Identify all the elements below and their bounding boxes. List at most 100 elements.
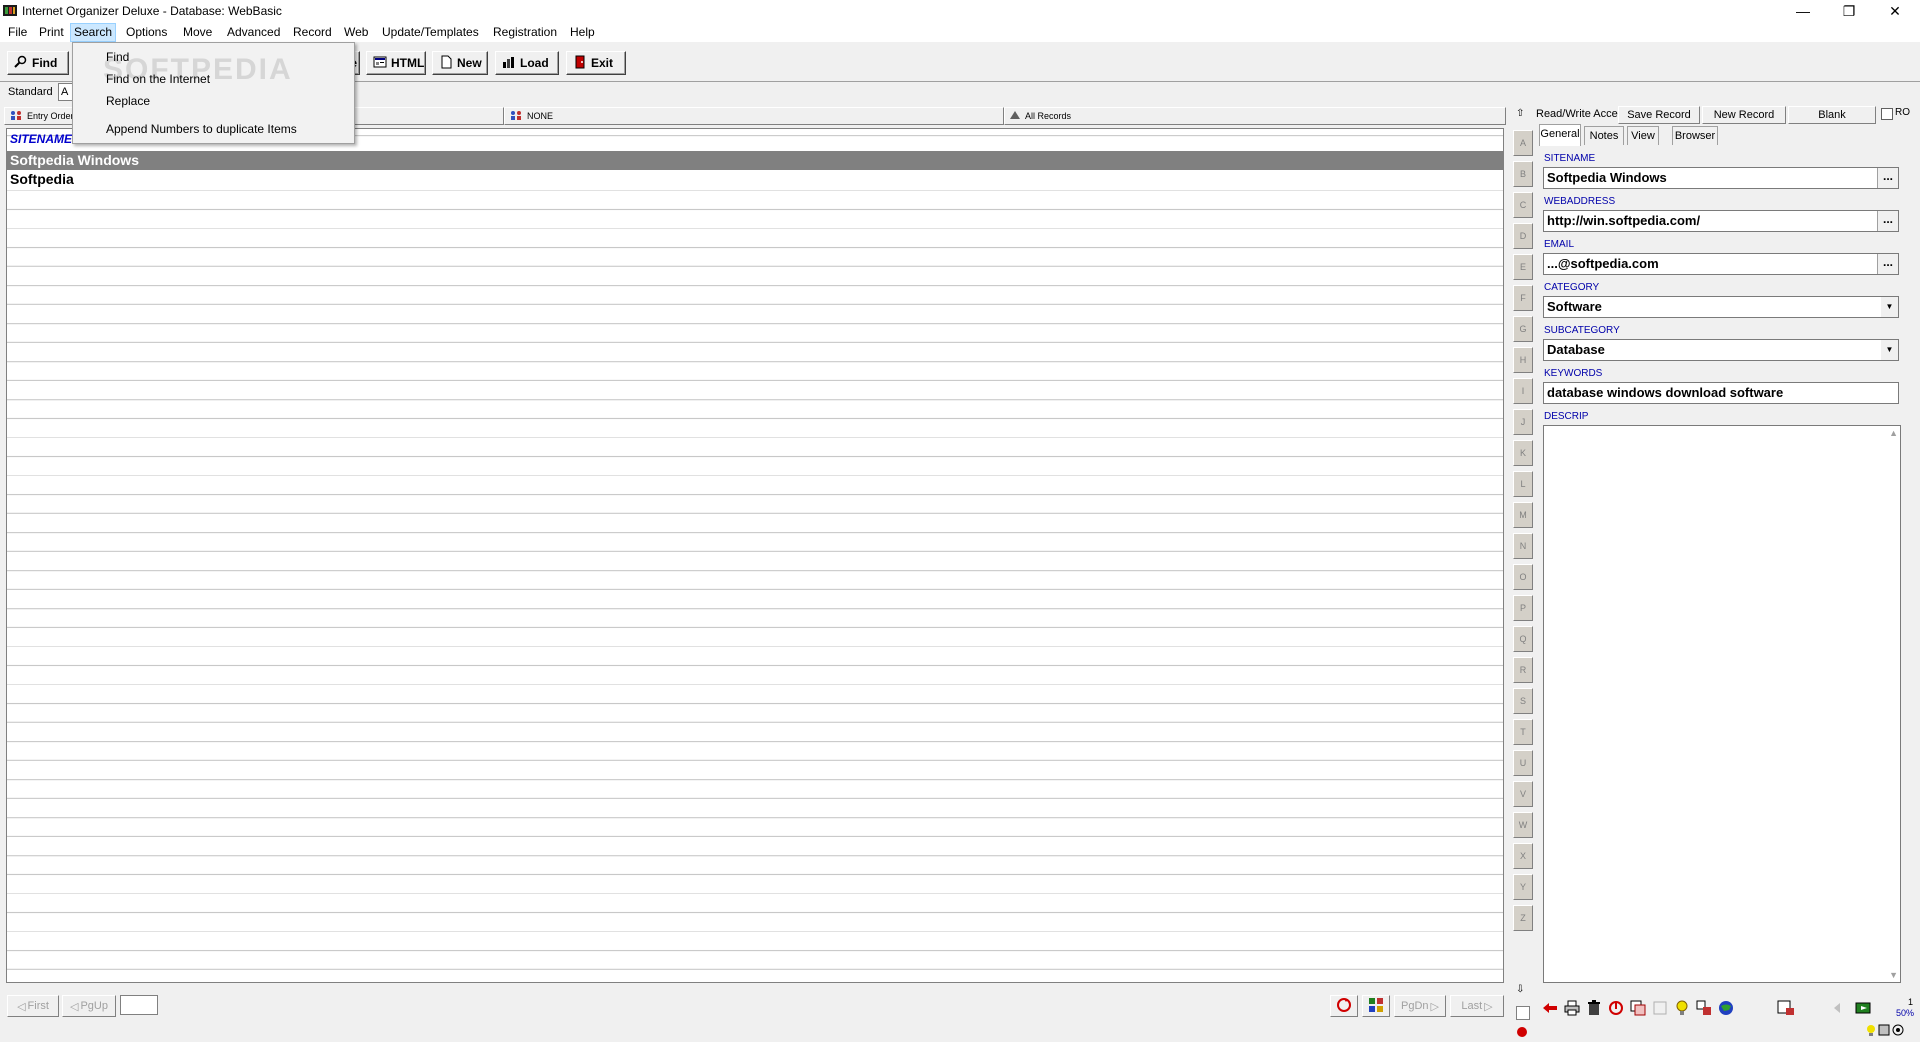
load-button[interactable]: Load bbox=[495, 51, 559, 75]
alpha-button-n[interactable]: N bbox=[1513, 533, 1533, 559]
first-button[interactable]: ◁ First bbox=[7, 995, 59, 1017]
merge-icon[interactable] bbox=[1694, 998, 1714, 1018]
chevron-down-icon[interactable]: ▼ bbox=[1881, 297, 1898, 317]
export-icon[interactable] bbox=[1776, 998, 1796, 1018]
alpha-button-y[interactable]: Y bbox=[1513, 874, 1533, 900]
record-number-input[interactable] bbox=[120, 995, 158, 1015]
globe-icon[interactable] bbox=[1716, 998, 1736, 1018]
exit-button[interactable]: Exit bbox=[566, 51, 626, 75]
menu-file[interactable]: File bbox=[5, 24, 30, 41]
refresh-button[interactable] bbox=[1330, 995, 1358, 1017]
table-row[interactable]: Softpedia bbox=[7, 170, 1503, 189]
webaddress-more-button[interactable]: ... bbox=[1877, 211, 1898, 231]
alpha-button-m[interactable]: M bbox=[1513, 502, 1533, 528]
alpha-button-r[interactable]: R bbox=[1513, 657, 1533, 683]
menu-item-find-internet[interactable]: Find on the Internet bbox=[106, 72, 210, 86]
save-record-button[interactable]: Save Record bbox=[1618, 106, 1700, 124]
database-button[interactable] bbox=[1362, 995, 1390, 1017]
email-field[interactable]: ...@softpedia.com ... bbox=[1543, 253, 1899, 275]
tab-browser[interactable]: Browser bbox=[1672, 126, 1718, 145]
menu-item-append-numbers[interactable]: Append Numbers to duplicate Items bbox=[106, 122, 297, 136]
pgup-button[interactable]: ◁ PgUp bbox=[62, 995, 116, 1017]
sitename-label: SITENAME bbox=[1544, 153, 1596, 164]
menu-item-find[interactable]: Find bbox=[106, 50, 129, 64]
printer-icon[interactable] bbox=[1562, 998, 1582, 1018]
alpha-button-v[interactable]: V bbox=[1513, 781, 1533, 807]
chevron-down-icon[interactable]: ▼ bbox=[1881, 340, 1898, 360]
alpha-button-e[interactable]: E bbox=[1513, 254, 1533, 280]
undo-icon[interactable] bbox=[1606, 998, 1626, 1018]
tab-view[interactable]: View bbox=[1627, 126, 1659, 145]
launch-icon[interactable] bbox=[1854, 998, 1874, 1018]
alpha-button-c[interactable]: C bbox=[1513, 192, 1533, 218]
blank-button[interactable]: Blank bbox=[1788, 106, 1876, 124]
menu-item-replace[interactable]: Replace bbox=[106, 94, 150, 108]
records-grid[interactable]: SITENAME Softpedia Windows Softpedia bbox=[6, 128, 1504, 983]
alpha-button-b[interactable]: B bbox=[1513, 161, 1533, 187]
pgup-arrow-icon: ◁ bbox=[70, 1000, 79, 1013]
alpha-button-q[interactable]: Q bbox=[1513, 626, 1533, 652]
alpha-button-x[interactable]: X bbox=[1513, 843, 1533, 869]
restore-button[interactable]: ❐ bbox=[1826, 0, 1872, 22]
menu-update-templates[interactable]: Update/Templates bbox=[379, 24, 482, 41]
all-records-column-header[interactable]: All Records bbox=[1004, 107, 1506, 125]
alpha-button-z[interactable]: Z bbox=[1513, 905, 1533, 931]
menu-print[interactable]: Print bbox=[36, 24, 67, 41]
alpha-button-j[interactable]: J bbox=[1513, 409, 1533, 435]
menu-options[interactable]: Options bbox=[123, 24, 170, 41]
menu-web[interactable]: Web bbox=[341, 24, 371, 41]
category-select[interactable]: Software ▼ bbox=[1543, 296, 1899, 318]
new-button[interactable]: New bbox=[432, 51, 488, 75]
alpha-button-l[interactable]: L bbox=[1513, 471, 1533, 497]
minimize-button[interactable]: — bbox=[1780, 0, 1826, 22]
alpha-button-a[interactable]: A bbox=[1513, 130, 1533, 156]
last-button[interactable]: Last ▷ bbox=[1450, 995, 1504, 1017]
close-button[interactable]: ✕ bbox=[1872, 0, 1918, 22]
alpha-button-p[interactable]: P bbox=[1513, 595, 1533, 621]
alpha-button-s[interactable]: S bbox=[1513, 688, 1533, 714]
table-row[interactable]: Softpedia Windows bbox=[7, 151, 1503, 170]
alpha-button-w[interactable]: W bbox=[1513, 812, 1533, 838]
alpha-button-o[interactable]: O bbox=[1513, 564, 1533, 590]
email-more-button[interactable]: ... bbox=[1877, 254, 1898, 274]
lightbulb-icon[interactable] bbox=[1672, 998, 1692, 1018]
keywords-field[interactable]: database windows download software bbox=[1543, 382, 1899, 404]
tab-general[interactable]: General bbox=[1539, 124, 1581, 146]
pgdn-button[interactable]: PgDn ▷ bbox=[1394, 995, 1446, 1017]
trash-icon[interactable] bbox=[1584, 998, 1604, 1018]
alpha-button-g[interactable]: G bbox=[1513, 316, 1533, 342]
scroll-down-icon[interactable]: ⇩ bbox=[1516, 984, 1524, 995]
alpha-button-u[interactable]: U bbox=[1513, 750, 1533, 776]
copy-record-icon[interactable] bbox=[1628, 998, 1648, 1018]
descrip-textarea[interactable]: ▲ ▼ bbox=[1543, 425, 1901, 983]
grid-database-icon bbox=[1368, 997, 1384, 1016]
scroll-down-icon[interactable]: ▼ bbox=[1889, 970, 1898, 980]
webaddress-field[interactable]: http://win.softpedia.com/ ... bbox=[1543, 210, 1899, 232]
menu-record[interactable]: Record bbox=[290, 24, 335, 41]
alpha-button-i[interactable]: I bbox=[1513, 378, 1533, 404]
html-button[interactable]: HTML bbox=[366, 51, 426, 75]
alpha-button-f[interactable]: F bbox=[1513, 285, 1533, 311]
sitename-field[interactable]: Softpedia Windows ... bbox=[1543, 167, 1899, 189]
sitename-more-button[interactable]: ... bbox=[1877, 168, 1898, 188]
people-icon bbox=[509, 110, 523, 122]
alpha-button-t[interactable]: T bbox=[1513, 719, 1533, 745]
new-record-button[interactable]: New Record bbox=[1702, 106, 1786, 124]
menu-help[interactable]: Help bbox=[567, 24, 598, 41]
alpha-button-h[interactable]: H bbox=[1513, 347, 1533, 373]
subcategory-select[interactable]: Database ▼ bbox=[1543, 339, 1899, 361]
none-column-header[interactable]: NONE bbox=[504, 107, 1004, 125]
tab-notes[interactable]: Notes bbox=[1584, 126, 1624, 145]
scroll-up-icon[interactable]: ▲ bbox=[1889, 428, 1898, 438]
menu-search[interactable]: Search bbox=[69, 23, 117, 42]
status-icons bbox=[1866, 1024, 1918, 1038]
menu-advanced[interactable]: Advanced bbox=[224, 24, 283, 41]
menu-registration[interactable]: Registration bbox=[490, 24, 560, 41]
menu-move[interactable]: Move bbox=[180, 24, 215, 41]
ro-checkbox[interactable] bbox=[1881, 108, 1893, 120]
alpha-button-d[interactable]: D bbox=[1513, 223, 1533, 249]
alpha-button-k[interactable]: K bbox=[1513, 440, 1533, 466]
find-button[interactable]: Find bbox=[7, 51, 69, 75]
back-arrow-icon[interactable] bbox=[1540, 998, 1560, 1018]
alpha-checkbox[interactable] bbox=[1516, 1006, 1530, 1020]
